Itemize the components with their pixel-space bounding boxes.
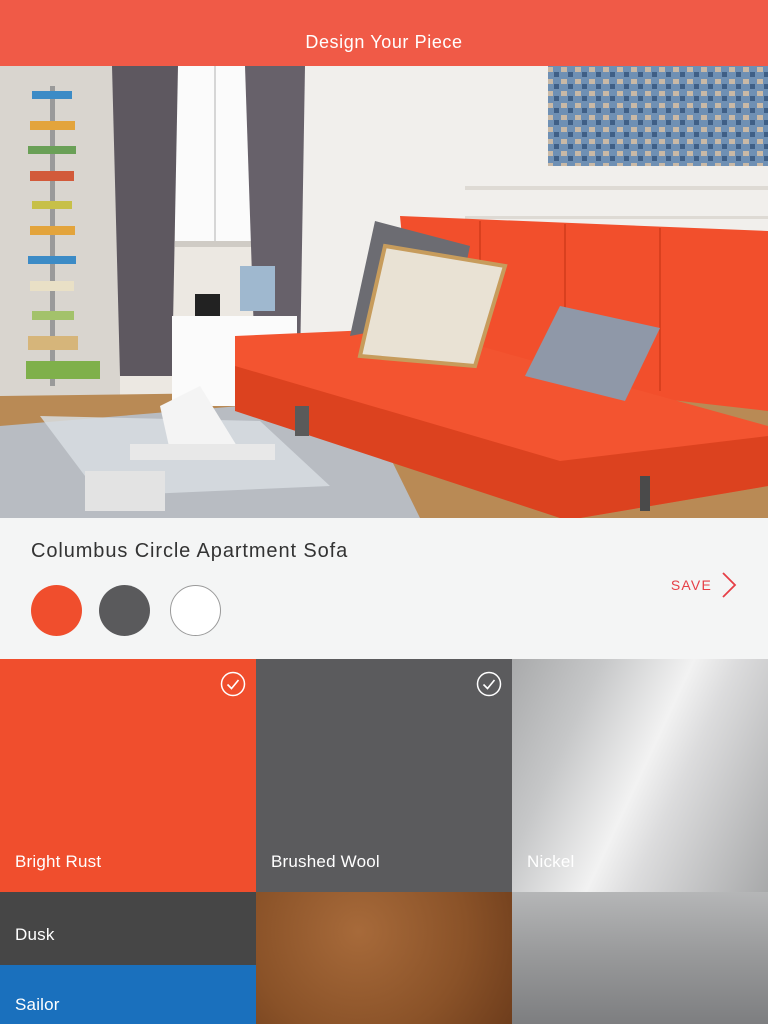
material-tile-dusk[interactable]: Dusk	[0, 892, 256, 965]
swatch-white[interactable]	[170, 585, 221, 636]
product-name: Columbus Circle Apartment Sofa	[31, 540, 349, 562]
material-tile-nickel[interactable]: Nickel	[512, 659, 768, 892]
material-tile-leather[interactable]	[256, 892, 512, 1024]
chevron-right-icon	[722, 572, 737, 598]
material-tile-steel[interactable]	[512, 892, 768, 1024]
save-label: SAVE	[670, 577, 712, 593]
check-circle-icon	[220, 671, 246, 697]
material-label: Nickel	[527, 852, 575, 871]
product-info-panel: Columbus Circle Apartment Sofa SAVE	[0, 518, 768, 659]
material-label: Sailor	[15, 995, 60, 1014]
save-button[interactable]: SAVE	[671, 570, 738, 600]
page-title: Design Your Piece	[305, 31, 463, 52]
material-tile-brushed-wool[interactable]: Brushed Wool	[256, 659, 512, 892]
product-hero-image	[0, 66, 768, 518]
material-label: Brushed Wool	[271, 852, 380, 871]
nav-bar: Design Your Piece	[0, 0, 768, 66]
material-label: Bright Rust	[15, 852, 102, 871]
material-label: Dusk	[15, 925, 55, 944]
material-tile-sailor[interactable]: Sailor	[0, 965, 256, 1024]
swatch-brushed-wool[interactable]	[99, 585, 150, 636]
check-circle-icon	[476, 671, 502, 697]
material-grid: Bright Rust Brushed Wool Nickel Dusk Sai…	[0, 659, 768, 1024]
material-tile-bright-rust[interactable]: Bright Rust	[0, 659, 256, 892]
swatch-bright-rust[interactable]	[31, 585, 82, 636]
living-room-photo	[0, 66, 768, 518]
